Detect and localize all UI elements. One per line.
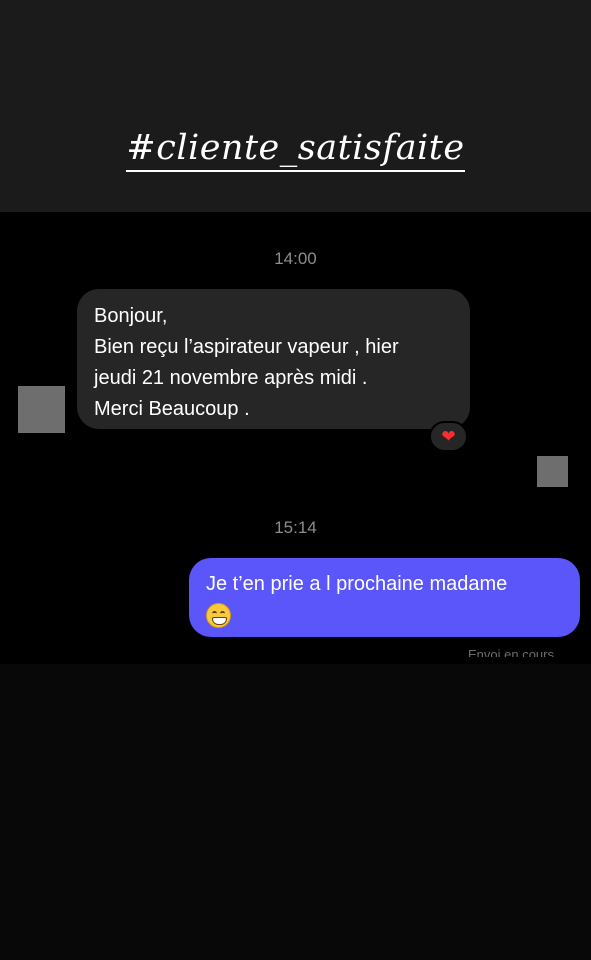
message-timestamp: 15:14 <box>274 518 317 537</box>
message-line: Merci Beaucoup . <box>94 398 250 420</box>
incoming-message-bubble[interactable]: Bonjour, Bien reçu l’aspirateur vapeur ,… <box>77 289 470 429</box>
story-header-band <box>0 0 591 212</box>
story-bottom-band <box>0 664 591 960</box>
message-line: jeudi 21 novembre après midi . <box>94 367 368 389</box>
contact-avatar-blurred <box>18 386 65 433</box>
delivery-status: Envoi en cours <box>468 647 554 657</box>
message-timestamp: 14:00 <box>274 249 317 268</box>
message-line: Je t’en prie a l prochaine madame <box>206 573 508 595</box>
story-caption-text: #cliente_satisfaite <box>126 128 465 172</box>
message-emoji-line <box>206 599 563 629</box>
story-caption: #cliente_satisfaite <box>0 128 591 172</box>
message-line: Bonjour, <box>94 305 168 327</box>
heart-reaction-icon[interactable]: ❤ <box>429 421 468 452</box>
seen-avatar-blurred <box>537 456 568 487</box>
message-line: Bien reçu l’aspirateur vapeur , hier <box>94 336 399 358</box>
outgoing-message-bubble[interactable]: Je t’en prie a l prochaine madame <box>189 558 580 637</box>
grinning-face-emoji-icon <box>206 603 231 629</box>
